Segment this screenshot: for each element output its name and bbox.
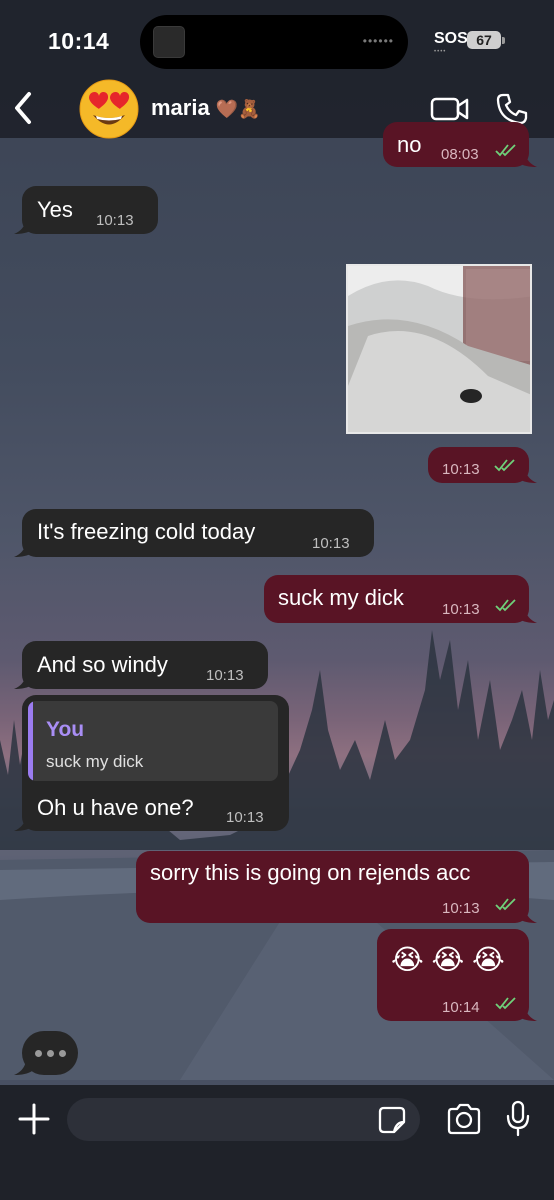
video-call-icon[interactable] xyxy=(430,94,470,124)
message-input[interactable] xyxy=(67,1098,420,1141)
photo-attachment[interactable] xyxy=(346,264,532,434)
message-composer xyxy=(0,1085,554,1200)
island-activity-dots: •••••• xyxy=(362,34,394,48)
message-text: no xyxy=(397,132,422,157)
message-text: suck my dick xyxy=(278,585,404,610)
message-text: It's freezing cold today xyxy=(37,519,256,544)
quoted-text: suck my dick xyxy=(46,752,144,771)
read-receipt-icon xyxy=(495,898,516,911)
message-text: Yes xyxy=(37,197,73,222)
back-chevron-icon[interactable] xyxy=(10,89,36,127)
bubble-tail xyxy=(14,817,32,831)
contact-name[interactable]: maria 🤎🧸 xyxy=(151,95,261,121)
message-bubble-incoming[interactable]: It's freezing cold today 10:13 xyxy=(14,509,374,557)
message-time: 10:13 xyxy=(226,809,264,826)
read-receipt-icon xyxy=(495,997,516,1010)
quoted-message[interactable]: You suck my dick xyxy=(28,701,278,781)
bubble-tail xyxy=(519,469,537,483)
battery-tip xyxy=(502,37,505,44)
typing-dot xyxy=(35,1050,42,1057)
read-receipt-icon xyxy=(495,599,516,612)
typing-dot xyxy=(59,1050,66,1057)
message-time: 10:13 xyxy=(206,667,244,684)
quote-accent-bar xyxy=(28,701,33,781)
message-text: Oh u have one? xyxy=(37,795,194,820)
message-time: 10:13 xyxy=(312,535,350,552)
message-time: 08:03 xyxy=(441,146,479,163)
message-text: sorry this is going on rejends acc xyxy=(150,860,471,885)
bubble-tail xyxy=(14,220,32,234)
microphone-icon[interactable] xyxy=(505,1100,531,1138)
phone-icon[interactable] xyxy=(495,92,529,126)
typing-dot xyxy=(47,1050,54,1057)
bubble-tail xyxy=(519,1007,537,1021)
bubble-tail xyxy=(14,1061,32,1075)
message-bubble-incoming[interactable]: And so windy 10:13 xyxy=(14,641,268,689)
contact-name-text: maria xyxy=(151,95,210,120)
camera-icon[interactable] xyxy=(446,1103,482,1135)
signal-dots-icon: •••• xyxy=(434,49,447,55)
island-thumbnail xyxy=(153,26,185,58)
bubble-tail xyxy=(519,909,537,923)
message-time: 10:13 xyxy=(96,212,134,229)
avatar[interactable] xyxy=(78,78,140,140)
message-text: And so windy xyxy=(37,652,168,677)
plus-icon[interactable] xyxy=(18,1103,50,1135)
read-receipt-icon xyxy=(495,144,516,157)
typing-indicator xyxy=(14,1031,78,1075)
message-time: 10:13 xyxy=(442,461,480,478)
message-bubble-outgoing[interactable]: no 08:03 xyxy=(383,122,537,167)
bubble-tail xyxy=(519,609,537,623)
message-bubble-outgoing[interactable]: suck my dick 10:13 xyxy=(264,575,537,623)
sticker-icon[interactable] xyxy=(378,1106,406,1134)
message-bubble-outgoing[interactable]: sorry this is going on rejends acc 10:13 xyxy=(136,851,537,923)
status-time: 10:14 xyxy=(48,28,110,54)
message-bubble-outgoing[interactable]: 10:13 xyxy=(428,447,537,483)
message-text: 😭 😭 😭 xyxy=(391,944,505,975)
status-bar: 10:14 •••••• SOS •••• 67 xyxy=(0,0,554,80)
read-receipt-icon xyxy=(494,459,515,472)
bubble-tail xyxy=(14,543,32,557)
message-time: 10:14 xyxy=(442,999,480,1016)
message-time: 10:13 xyxy=(442,900,480,917)
dynamic-island: •••••• xyxy=(140,15,408,69)
quoted-author: You xyxy=(46,718,85,741)
message-time: 10:13 xyxy=(442,601,480,618)
battery-icon: 67 xyxy=(467,31,501,49)
bubble-tail xyxy=(519,153,537,167)
sos-indicator: SOS xyxy=(434,30,468,47)
contact-name-emojis: 🤎🧸 xyxy=(215,99,261,119)
bubble-tail xyxy=(14,675,32,689)
photo-content xyxy=(348,266,530,432)
message-bubble-incoming-reply[interactable]: You suck my dick Oh u have one? 10:13 xyxy=(14,695,289,831)
message-bubble-outgoing[interactable]: 😭 😭 😭 10:14 xyxy=(377,929,537,1021)
message-bubble-incoming[interactable]: Yes 10:13 xyxy=(14,186,158,234)
